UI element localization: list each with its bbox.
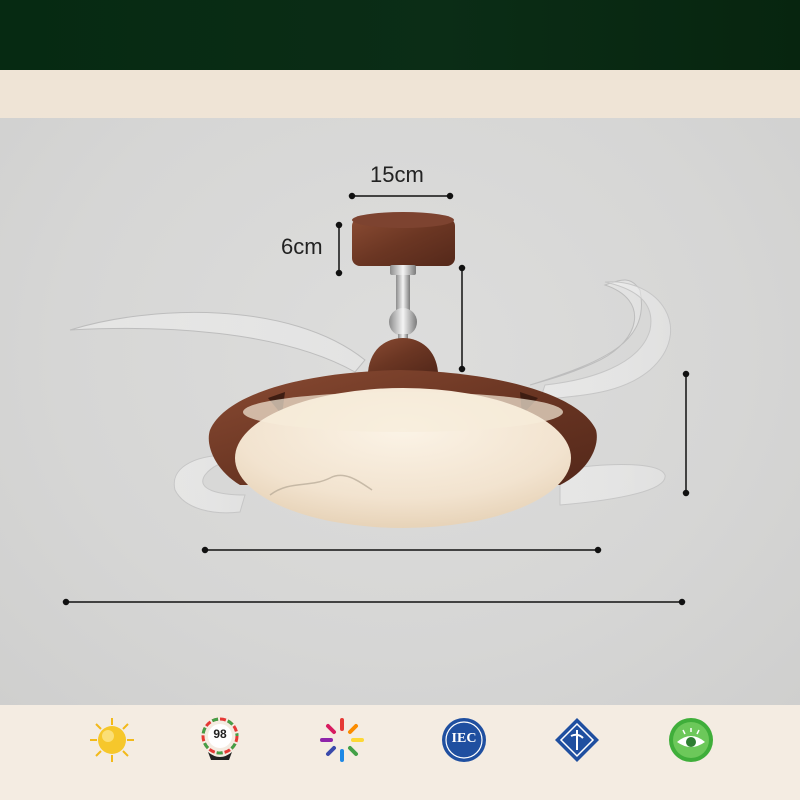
- cri-98-icon: 98: [196, 716, 244, 764]
- canopy: [352, 212, 455, 266]
- iec-label: IEC: [451, 731, 477, 746]
- color-spectrum-icon: [318, 716, 366, 764]
- sun-icon: [88, 716, 136, 764]
- certification-diamond-icon: [553, 716, 601, 764]
- canopy-height-label: 6cm: [281, 234, 323, 259]
- eye-care-icon: [667, 716, 715, 764]
- downrod: [389, 265, 417, 342]
- iec-icon: IEC: [440, 716, 488, 764]
- ceiling-fan-illustration: [62, 192, 690, 606]
- cri-98-label: 98: [213, 727, 227, 741]
- canopy-width-label: 15cm: [370, 162, 424, 187]
- light-shade: [235, 388, 571, 528]
- motor-housing: [368, 338, 438, 372]
